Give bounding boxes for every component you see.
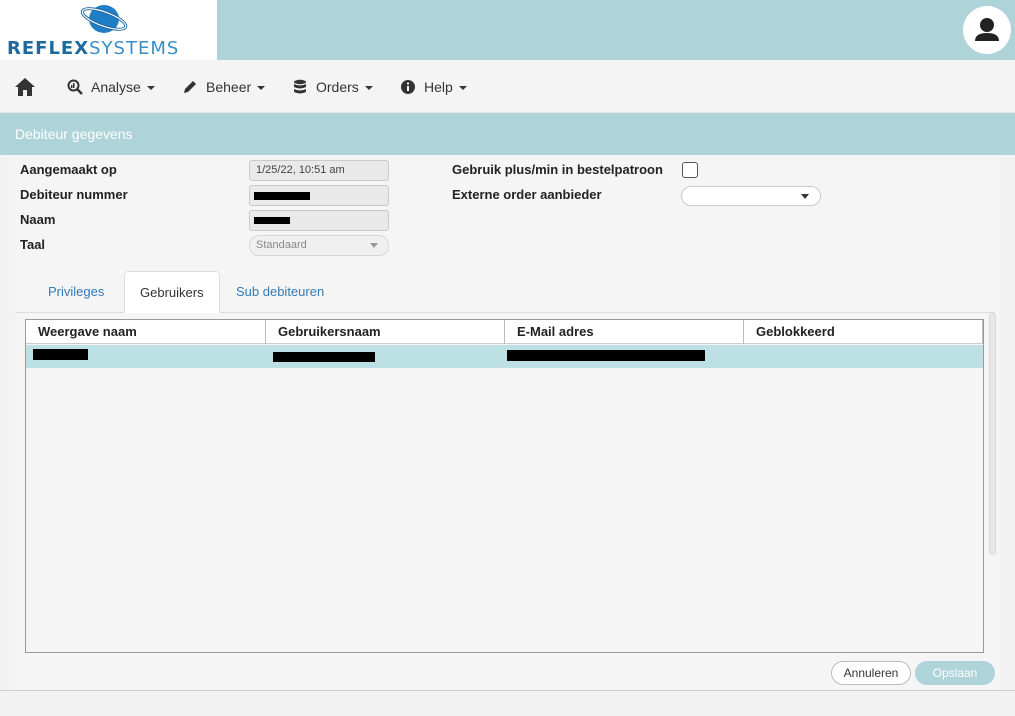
home-icon: [15, 77, 35, 96]
logo-text-systems: SYSTEMS: [89, 38, 180, 59]
created-field: 1/25/22, 10:51 am: [249, 160, 389, 181]
plusmin-checkbox[interactable]: [682, 162, 698, 178]
redacted-value: [254, 217, 290, 224]
nav-analyse[interactable]: Analyse: [67, 60, 155, 113]
nav-help-label: Help: [424, 78, 453, 95]
name-field[interactable]: [249, 210, 389, 231]
redacted-username: [273, 352, 375, 362]
language-select-value: Standaard: [256, 239, 307, 251]
top-banner: REFLEXSYSTEMS: [0, 0, 1015, 60]
chevron-down-icon: [146, 85, 155, 90]
redacted-email: [507, 350, 705, 361]
pencil-icon: [184, 80, 196, 93]
nav-beheer-label: Beheer: [206, 78, 252, 95]
column-header-username[interactable]: Gebruikersnaam: [266, 320, 505, 344]
nav-home[interactable]: [14, 60, 44, 113]
section-title: Debiteur gegevens: [0, 113, 1015, 155]
column-header-blocked[interactable]: Geblokkeerd: [744, 320, 983, 344]
logo[interactable]: REFLEXSYSTEMS: [0, 0, 217, 60]
debtor-number-label: Debiteur nummer: [20, 187, 128, 202]
grid-header: Weergave naam Gebruikersnaam E-Mail adre…: [26, 320, 983, 344]
external-provider-select[interactable]: [681, 186, 821, 206]
nav-help[interactable]: Help: [400, 60, 467, 113]
user-avatar-button[interactable]: [963, 6, 1011, 54]
created-label: Aangemaakt op: [20, 162, 117, 177]
nav-beheer[interactable]: Beheer: [182, 60, 266, 113]
chevron-down-icon: [257, 85, 266, 90]
language-label: Taal: [20, 237, 46, 252]
logo-globe-icon: [80, 5, 128, 33]
nav-orders-label: Orders: [316, 78, 359, 95]
panel-scrollbar[interactable]: [989, 313, 996, 555]
footer: [0, 690, 1015, 716]
info-icon: [401, 79, 415, 94]
save-button[interactable]: Opslaan: [915, 661, 995, 685]
name-label: Naam: [20, 212, 56, 227]
column-header-email[interactable]: E-Mail adres: [505, 320, 744, 344]
chevron-down-icon: [370, 243, 378, 248]
database-icon: [294, 79, 306, 93]
main-nav: Analyse Beheer Orders Help: [0, 60, 1015, 113]
external-provider-label: Externe order aanbieder: [452, 187, 602, 202]
plusmin-label: Gebruik plus/min in bestelpatroon: [452, 162, 663, 177]
table-row[interactable]: [26, 345, 983, 368]
chevron-down-icon: [364, 85, 373, 90]
cancel-button[interactable]: Annuleren: [831, 661, 911, 685]
search-chart-icon: [67, 79, 83, 95]
tab-privileges[interactable]: Privileges: [33, 271, 119, 313]
debtor-number-field[interactable]: [249, 185, 389, 206]
logo-text-reflex: REFLEX: [7, 38, 90, 59]
redacted-display-name: [33, 349, 88, 360]
column-header-display-name[interactable]: Weergave naam: [26, 320, 266, 344]
chevron-down-icon: [801, 194, 809, 199]
users-grid: Weergave naam Gebruikersnaam E-Mail adre…: [25, 319, 984, 653]
tab-gebruikers[interactable]: Gebruikers: [124, 271, 220, 313]
nav-analyse-label: Analyse: [91, 78, 141, 95]
nav-orders[interactable]: Orders: [292, 60, 373, 113]
redacted-value: [254, 192, 310, 200]
tab-sub-debiteuren[interactable]: Sub debiteuren: [221, 271, 339, 313]
chevron-down-icon: [458, 85, 467, 90]
user-icon: [975, 18, 999, 41]
language-select: Standaard: [249, 235, 389, 256]
